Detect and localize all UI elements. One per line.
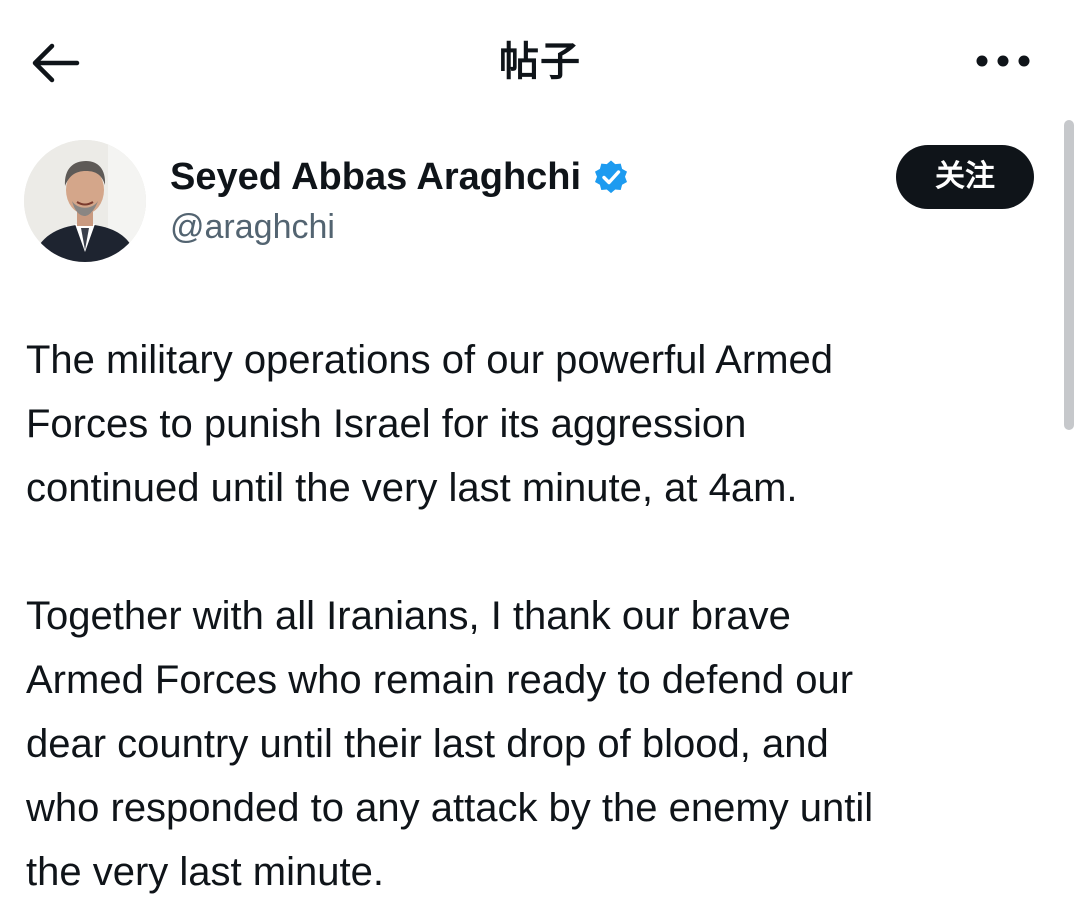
author-name-row: Seyed Abbas Araghchi <box>170 152 629 202</box>
more-options-button[interactable] <box>966 36 1040 86</box>
user-avatar-image <box>24 140 146 262</box>
tweet-paragraph: Together with all Iranians, I thank our … <box>26 594 874 894</box>
tweet-text: The military operations of our powerful … <box>26 328 1056 904</box>
verified-badge-icon[interactable] <box>593 159 629 195</box>
top-app-bar: 帖子 <box>0 0 1080 120</box>
author-display-name[interactable]: Seyed Abbas Araghchi <box>170 152 581 202</box>
avatar[interactable] <box>24 140 146 262</box>
page-title: 帖子 <box>499 39 581 85</box>
follow-button[interactable]: 关注 <box>896 145 1034 209</box>
author-handle[interactable]: @araghchi <box>170 204 335 250</box>
scrollbar[interactable] <box>1064 120 1074 430</box>
more-horizontal-icon <box>976 55 1030 67</box>
tweet-paragraph: The military operations of our powerful … <box>26 338 834 510</box>
